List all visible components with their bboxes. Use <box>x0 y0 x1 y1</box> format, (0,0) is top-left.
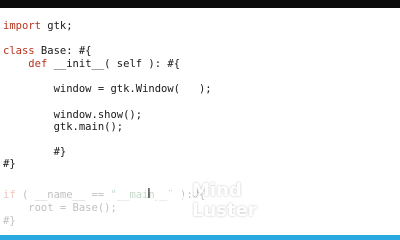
code-line-4: window = gtk.Window( ); <box>3 83 212 95</box>
code-line-1: import gtk; <box>3 20 73 32</box>
code-line-3: def __init__( self ): #{ <box>28 58 181 70</box>
bottom-bar <box>0 235 400 240</box>
brain-circuit-icon <box>157 183 189 215</box>
code-line-6: gtk.main(); <box>3 121 124 133</box>
top-bar <box>0 0 400 8</box>
logo-text-mind: Mind <box>192 180 242 201</box>
code-line-2: class Base: #{ <box>3 45 92 57</box>
keyword: class <box>3 45 35 57</box>
mind-luster-logo: Mind Luster <box>156 176 257 226</box>
code-line-10: root = Base(); <box>3 202 117 214</box>
keyword: if <box>3 189 16 201</box>
keyword: def <box>28 58 48 70</box>
code-line-11: #} <box>3 215 16 227</box>
code-line-8: #} <box>3 158 16 170</box>
text-cursor-ibeam-icon: I <box>147 187 151 202</box>
logo-text-luster: Luster <box>192 200 257 221</box>
keyword: import <box>3 20 41 32</box>
